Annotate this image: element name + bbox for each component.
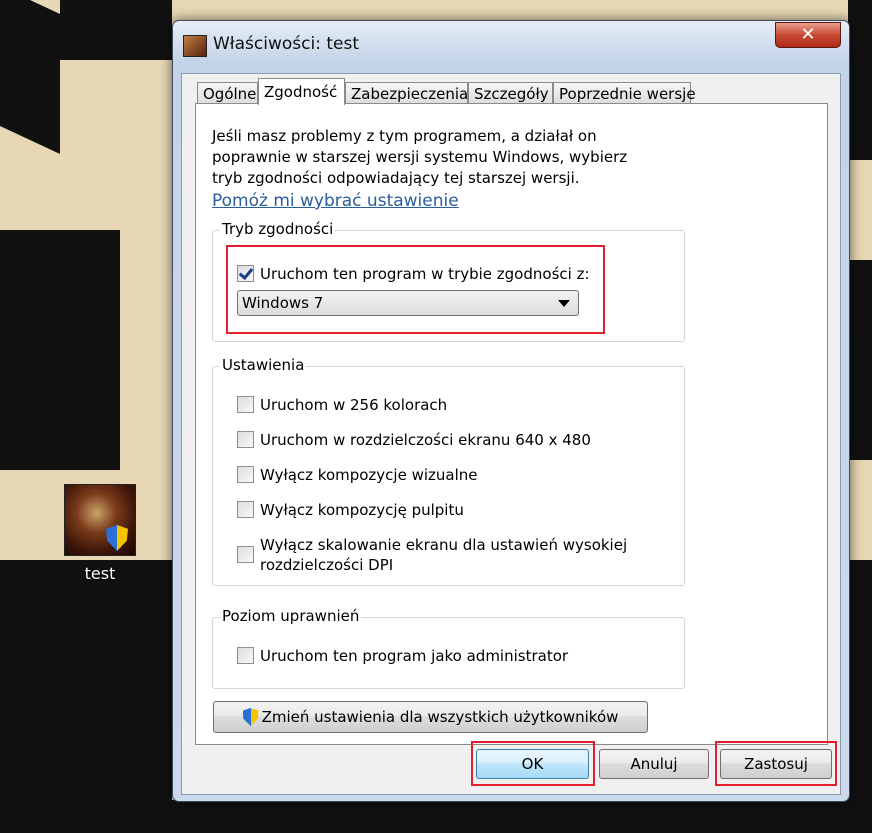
properties-window: Właściwości: test ✕ Ogólne Zgodność Zabe… xyxy=(172,20,850,802)
uac-shield-icon xyxy=(242,708,259,726)
title-bar[interactable]: Właściwości: test ✕ xyxy=(173,21,849,67)
apply-button[interactable]: Zastosuj xyxy=(720,749,832,779)
option-label: Wyłącz kompozycje wizualne xyxy=(260,466,478,484)
option-disable-visual-themes[interactable]: Wyłącz kompozycje wizualne xyxy=(237,465,478,485)
option-256-colors-checkbox[interactable] xyxy=(237,396,254,413)
tab-details[interactable]: Szczegóły xyxy=(468,82,553,104)
window-title: Właściwości: test xyxy=(213,34,359,54)
option-label: Uruchom w 256 kolorach xyxy=(260,396,448,414)
ok-button[interactable]: OK xyxy=(476,749,589,779)
app-icon xyxy=(183,35,207,57)
desktop-shortcut-test[interactable]: test xyxy=(58,484,142,583)
option-640x480-checkbox[interactable] xyxy=(237,431,254,448)
change-all-users-label: Zmień ustawienia dla wszystkich użytkown… xyxy=(261,708,619,726)
compat-mode-checkbox[interactable] xyxy=(237,265,254,282)
option-run-as-admin[interactable]: Uruchom ten program jako administrator xyxy=(237,646,568,666)
compat-mode-group: Tryb zgodności Uruchom ten program w try… xyxy=(212,220,685,342)
option-disable-visual-themes-checkbox[interactable] xyxy=(237,466,254,483)
tab-security[interactable]: Zabezpieczenia xyxy=(345,82,468,104)
option-label: Uruchom ten program jako administrator xyxy=(260,647,569,665)
desktop-icon-label: test xyxy=(84,564,116,583)
cancel-button[interactable]: Anuluj xyxy=(599,749,709,779)
help-choose-settings-link[interactable]: Pomóż mi wybrać ustawienie xyxy=(212,191,459,211)
privilege-legend: Poziom uprawnień xyxy=(220,607,362,625)
option-label: Uruchom w rozdzielczości ekranu 640 x 48… xyxy=(260,431,591,449)
option-disable-dpi-scaling-checkbox[interactable] xyxy=(237,546,254,563)
option-disable-desktop-composition[interactable]: Wyłącz kompozycję pulpitu xyxy=(237,500,464,520)
compat-mode-checkbox-label: Uruchom ten program w trybie zgodności z… xyxy=(260,265,590,283)
change-all-users-button[interactable]: Zmień ustawienia dla wszystkich użytkown… xyxy=(213,701,648,733)
close-button[interactable]: ✕ xyxy=(775,22,841,48)
compat-os-select[interactable]: Windows 7 xyxy=(237,290,579,316)
option-disable-dpi-scaling[interactable]: Wyłącz skalowanie ekranu dla ustawień wy… xyxy=(237,535,657,575)
privilege-group: Poziom uprawnień Uruchom ten program jak… xyxy=(212,607,685,689)
tab-compatibility[interactable]: Zgodność xyxy=(258,78,345,105)
compat-mode-checkbox-row[interactable]: Uruchom ten program w trybie zgodności z… xyxy=(237,264,590,284)
uac-shield-icon xyxy=(106,525,128,551)
compatibility-panel: Jeśli masz problemy z tym programem, a d… xyxy=(195,103,828,745)
dialog-client-area: Ogólne Zgodność Zabezpieczenia Szczegóły… xyxy=(181,73,841,795)
option-256-colors[interactable]: Uruchom w 256 kolorach xyxy=(237,395,447,415)
dropdown-arrow-icon xyxy=(558,300,570,307)
compat-os-selected-value: Windows 7 xyxy=(242,294,324,312)
intro-text: Jeśli masz problemy z tym programem, a d… xyxy=(212,127,628,187)
option-run-as-admin-checkbox[interactable] xyxy=(237,647,254,664)
tab-previous-versions[interactable]: Poprzednie wersje xyxy=(553,82,696,104)
compat-mode-legend: Tryb zgodności xyxy=(220,220,336,238)
option-label: Wyłącz skalowanie ekranu dla ustawień wy… xyxy=(260,536,628,574)
option-640x480[interactable]: Uruchom w rozdzielczości ekranu 640 x 48… xyxy=(237,430,591,450)
option-disable-desktop-composition-checkbox[interactable] xyxy=(237,501,254,518)
settings-legend: Ustawienia xyxy=(220,356,307,374)
option-label: Wyłącz kompozycję pulpitu xyxy=(260,501,464,519)
app-shortcut-icon xyxy=(64,484,136,556)
tab-general[interactable]: Ogólne xyxy=(197,82,258,104)
settings-group: Ustawienia Uruchom w 256 kolorach Urucho… xyxy=(212,356,685,586)
